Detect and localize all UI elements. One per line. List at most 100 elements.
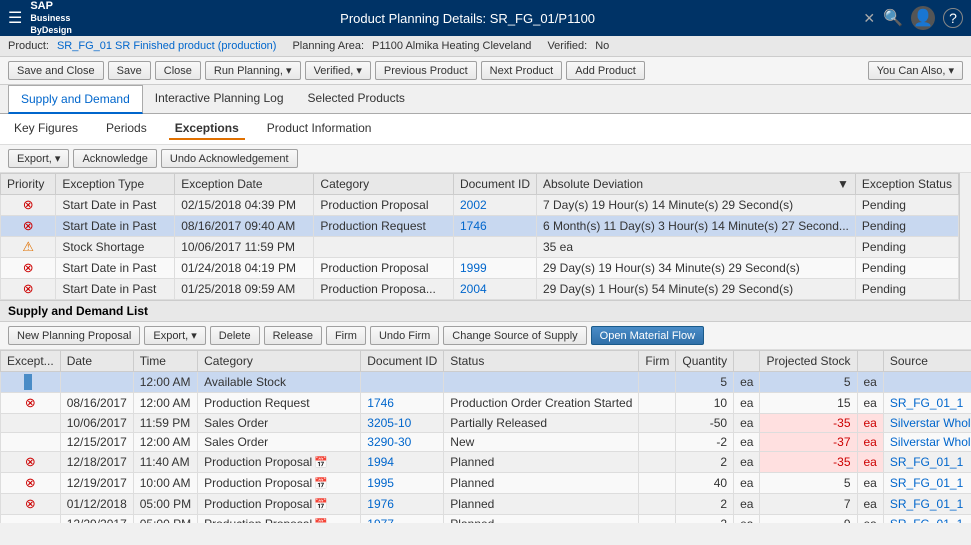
verified-value: No xyxy=(595,40,609,52)
sub-tab-exceptions[interactable]: Exceptions xyxy=(169,118,245,140)
sdl-date-cell: 01/12/2018 xyxy=(60,494,133,515)
exc-doc-id-cell[interactable]: 2002 xyxy=(453,195,536,216)
sdl-doc-id-cell[interactable]: 1994 xyxy=(361,452,444,473)
sdl-category-cell: Production Proposal📅 xyxy=(198,494,361,515)
sdl-proj-unit-cell: ea xyxy=(857,473,883,494)
verified-button[interactable]: Verified, xyxy=(305,61,371,80)
exc-doc-link[interactable]: 1999 xyxy=(460,261,487,275)
user-icon[interactable]: 👤 xyxy=(911,6,935,30)
help-icon[interactable]: ? xyxy=(943,8,963,28)
sdl-source-cell[interactable] xyxy=(883,372,971,393)
undo-acknowledge-button[interactable]: Undo Acknowledgement xyxy=(161,149,298,168)
exceptions-scrollbar[interactable] xyxy=(959,173,971,300)
undo-firm-button[interactable]: Undo Firm xyxy=(370,326,439,345)
sdl-doc-link[interactable]: 1994 xyxy=(367,455,394,469)
sdl-source-link[interactable]: SR_FG_01_1 xyxy=(890,396,963,410)
calendar-icon: 📅 xyxy=(314,519,328,523)
sdl-source-cell[interactable]: SR_FG_01_1 xyxy=(883,515,971,524)
sub-tab-key-figures[interactable]: Key Figures xyxy=(8,118,84,140)
exc-date-cell: 01/25/2018 09:59 AM xyxy=(175,279,314,300)
sdl-doc-id-cell[interactable] xyxy=(361,372,444,393)
hamburger-icon[interactable]: ☰ xyxy=(8,8,22,28)
verified-label: Verified: xyxy=(547,40,587,52)
previous-product-button[interactable]: Previous Product xyxy=(375,61,477,80)
new-planning-proposal-button[interactable]: New Planning Proposal xyxy=(8,326,140,345)
delete-button[interactable]: Delete xyxy=(210,326,260,345)
sdl-source-link[interactable]: Silverstar Whol... xyxy=(890,416,971,430)
sdl-doc-link[interactable]: 1976 xyxy=(367,497,394,511)
sdl-doc-link[interactable]: 3205-10 xyxy=(367,416,411,430)
sdl-except-cell: ⊗ xyxy=(1,473,61,494)
tab-selected-products[interactable]: Selected Products xyxy=(296,85,417,114)
sdl-unit-cell: ea xyxy=(734,414,760,433)
sdl-doc-id-cell[interactable]: 1746 xyxy=(361,393,444,414)
sdl-doc-id-cell[interactable]: 1995 xyxy=(361,473,444,494)
sdl-source-link[interactable]: SR_FG_01_1 xyxy=(890,517,963,523)
warning-icon: ⚠ xyxy=(22,239,34,254)
sdl-source-link[interactable]: Silverstar Whol... xyxy=(890,435,971,449)
sdl-table-container[interactable]: Except... Date Time Category Document ID… xyxy=(0,350,971,523)
save-button[interactable]: Save xyxy=(108,61,151,80)
sdl-col-proj-unit xyxy=(857,351,883,372)
exc-priority-cell: ⚠ xyxy=(1,237,56,258)
sdl-source-link[interactable]: SR_FG_01_1 xyxy=(890,476,963,490)
sdl-doc-link[interactable]: 3290-30 xyxy=(367,435,411,449)
sdl-date-cell xyxy=(60,372,133,393)
sdl-doc-id-cell[interactable]: 1976 xyxy=(361,494,444,515)
sdl-source-link[interactable]: SR_FG_01_1 xyxy=(890,455,963,469)
change-source-button[interactable]: Change Source of Supply xyxy=(443,326,586,345)
open-material-flow-button[interactable]: Open Material Flow xyxy=(591,326,704,345)
sdl-source-cell[interactable]: SR_FG_01_1 xyxy=(883,452,971,473)
save-close-button[interactable]: Save and Close xyxy=(8,61,104,80)
you-can-also-button[interactable]: You Can Also, xyxy=(868,61,963,80)
sdl-source-cell[interactable]: Silverstar Whol... xyxy=(883,433,971,452)
exc-doc-id-cell[interactable]: 1746 xyxy=(453,216,536,237)
export-sdl-button[interactable]: Export, xyxy=(144,326,205,345)
exc-type-cell: Start Date in Past xyxy=(56,258,175,279)
sdl-source-link[interactable]: SR_FG_01_1 xyxy=(890,497,963,511)
sdl-source-cell[interactable]: SR_FG_01_1 xyxy=(883,473,971,494)
sdl-except-cell xyxy=(1,372,61,393)
top-bar-right: ✕ 🔍 👤 ? xyxy=(863,6,963,30)
product-link[interactable]: SR_FG_01 SR Finished product (production… xyxy=(57,40,277,52)
calendar-icon: 📅 xyxy=(314,499,328,511)
tab-interactive-log[interactable]: Interactive Planning Log xyxy=(143,85,296,114)
sdl-firm-cell xyxy=(639,515,676,524)
exc-doc-id-cell[interactable]: 1999 xyxy=(453,258,536,279)
sdl-except-cell xyxy=(1,515,61,524)
search-icon[interactable]: 🔍 xyxy=(883,8,903,28)
release-button[interactable]: Release xyxy=(264,326,322,345)
sdl-col-status: Status xyxy=(444,351,639,372)
sdl-doc-id-cell[interactable]: 3205-10 xyxy=(361,414,444,433)
exc-doc-id-cell[interactable] xyxy=(453,237,536,258)
sdl-doc-id-cell[interactable]: 3290-30 xyxy=(361,433,444,452)
sdl-doc-link[interactable]: 1746 xyxy=(367,396,394,410)
sdl-doc-link[interactable]: 1995 xyxy=(367,476,394,490)
close-button[interactable]: Close xyxy=(155,61,201,80)
export-exceptions-button[interactable]: Export, xyxy=(8,149,69,168)
run-planning-button[interactable]: Run Planning, xyxy=(205,61,301,80)
exc-doc-link[interactable]: 2004 xyxy=(460,282,487,296)
exc-doc-link[interactable]: 2002 xyxy=(460,198,487,212)
exc-date-cell: 02/15/2018 04:39 PM xyxy=(175,195,314,216)
tab-supply-demand[interactable]: Supply and Demand xyxy=(8,85,143,114)
sdl-firm-cell xyxy=(639,473,676,494)
firm-button[interactable]: Firm xyxy=(326,326,366,345)
sdl-col-proj-stock: Projected Stock xyxy=(760,351,857,372)
sdl-source-cell[interactable]: SR_FG_01_1 xyxy=(883,393,971,414)
exc-doc-id-cell[interactable]: 2004 xyxy=(453,279,536,300)
sdl-doc-id-cell[interactable]: 1977 xyxy=(361,515,444,524)
sdl-col-quantity: Quantity xyxy=(676,351,734,372)
add-product-button[interactable]: Add Product xyxy=(566,61,645,80)
sub-tab-periods[interactable]: Periods xyxy=(100,118,153,140)
acknowledge-button[interactable]: Acknowledge xyxy=(73,149,156,168)
sdl-source-cell[interactable]: SR_FG_01_1 xyxy=(883,494,971,515)
sub-tab-product-information[interactable]: Product Information xyxy=(261,118,378,140)
sdl-doc-link[interactable]: 1977 xyxy=(367,517,394,523)
exc-doc-link[interactable]: 1746 xyxy=(460,219,487,233)
close-tab-icon[interactable]: ✕ xyxy=(863,10,875,27)
exc-type-cell: Start Date in Past xyxy=(56,195,175,216)
next-product-button[interactable]: Next Product xyxy=(481,61,563,80)
sdl-source-cell[interactable]: Silverstar Whol... xyxy=(883,414,971,433)
col-category: Category xyxy=(314,174,454,195)
